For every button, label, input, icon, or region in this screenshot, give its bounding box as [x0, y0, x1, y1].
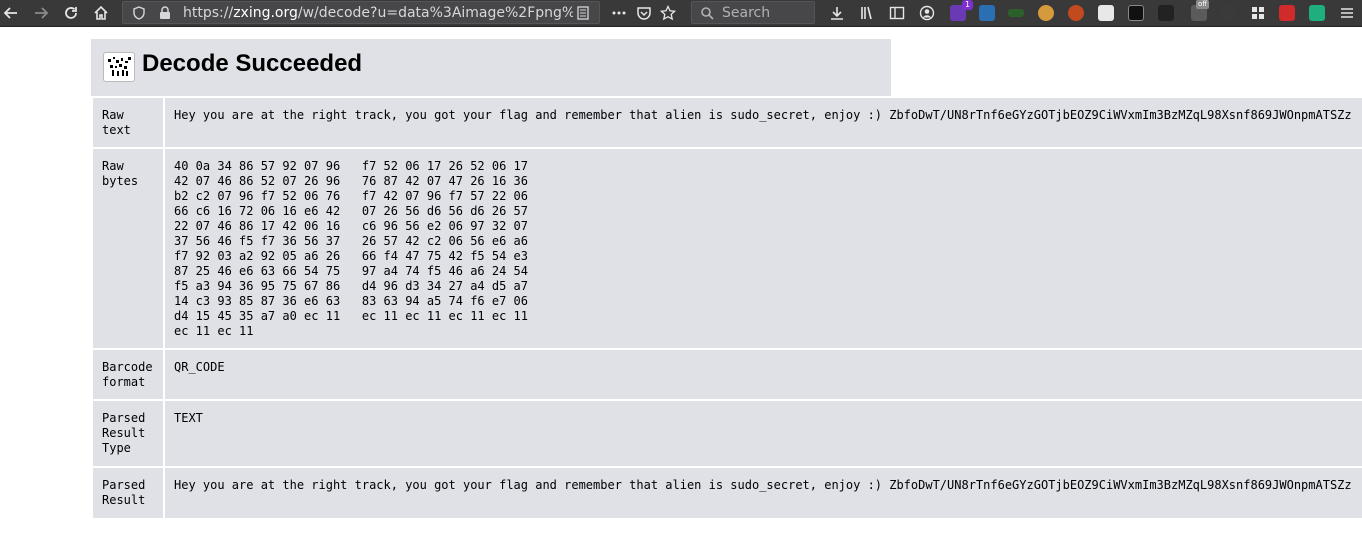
- hamburger-menu-icon[interactable]: [1337, 3, 1357, 23]
- sidebar-icon[interactable]: [887, 3, 907, 23]
- search-icon: [697, 3, 717, 23]
- parsed-result-type-label-text: Parsed Result Type: [102, 411, 146, 455]
- mail-icon[interactable]: [1309, 5, 1325, 21]
- raw-bytes-value: 40 0a 34 86 57 92 07 96 f7 52 06 17 26 5…: [165, 149, 1362, 348]
- zxing-logo-icon: [103, 52, 135, 82]
- extension-icon[interactable]: [1279, 5, 1295, 21]
- extension-off-badge: off: [1196, 0, 1210, 9]
- barcode-format-label-text: Barcode format: [102, 360, 153, 389]
- extension-badge: 1: [962, 0, 974, 10]
- browser-toolbar: https://zxing.org/w/decode?u=data%3Aimag…: [0, 0, 1362, 27]
- cookie-icon[interactable]: [1038, 5, 1054, 21]
- bookmark-star-icon[interactable]: [658, 3, 678, 23]
- home-icon[interactable]: [91, 3, 111, 23]
- raw-text-value: Hey you are at the right track, you got …: [165, 98, 1362, 147]
- grid-icon[interactable]: [1248, 3, 1268, 23]
- more-icon[interactable]: [609, 3, 629, 23]
- lock-icon[interactable]: [155, 3, 175, 23]
- extension-icon[interactable]: [1098, 5, 1114, 21]
- pocket-icon[interactable]: [634, 3, 654, 23]
- extension-icon[interactable]: [979, 5, 995, 21]
- raw-bytes-label: Raw bytes: [93, 149, 163, 348]
- reload-icon[interactable]: [61, 3, 81, 23]
- shield-icon[interactable]: [129, 3, 149, 23]
- page-header: Decode Succeeded: [91, 39, 891, 96]
- reader-view-icon[interactable]: [573, 3, 593, 23]
- barcode-format-label: Barcode format: [93, 350, 163, 399]
- extension-icon[interactable]: [1068, 5, 1084, 21]
- download-icon[interactable]: [827, 3, 847, 23]
- extension-icon[interactable]: [1008, 9, 1024, 17]
- url-prefix: https://: [183, 5, 234, 21]
- table-row: Parsed Result Hey you are at the right t…: [93, 468, 1362, 518]
- raw-bytes-label-text: Raw bytes: [102, 159, 139, 188]
- table-row: Raw text Hey you are at the right track,…: [93, 98, 1362, 147]
- forward-icon[interactable]: [31, 3, 51, 23]
- table-row: Parsed Result Type TEXT: [93, 401, 1362, 466]
- raw-text-label: Raw text: [93, 98, 163, 147]
- search-placeholder: Search: [722, 5, 771, 21]
- parsed-result-value: Hey you are at the right track, you got …: [165, 468, 1362, 518]
- extension-icon[interactable]: [1220, 5, 1236, 21]
- extension-icon[interactable]: [1128, 5, 1144, 21]
- parsed-result-label-text: Parsed Result: [102, 478, 146, 507]
- table-row: Raw bytes 40 0a 34 86 57 92 07 96 f7 52 …: [93, 149, 1362, 348]
- back-icon[interactable]: [1, 3, 21, 23]
- parsed-result-type-value: TEXT: [165, 401, 1362, 466]
- table-row: Barcode format QR_CODE: [93, 350, 1362, 399]
- search-bar[interactable]: Search: [691, 1, 815, 24]
- account-icon[interactable]: [917, 3, 937, 23]
- url-text[interactable]: https://zxing.org/w/decode?u=data%3Aimag…: [183, 5, 573, 21]
- raw-text-label-text: Raw text: [102, 108, 131, 137]
- barcode-format-value: QR_CODE: [165, 350, 1362, 399]
- url-path: /w/decode?u=data%3Aimage%2Fpng%: [297, 5, 573, 21]
- parsed-result-type-label: Parsed Result Type: [93, 401, 163, 466]
- extension-icon[interactable]: [1158, 5, 1174, 21]
- url-bar[interactable]: https://zxing.org/w/decode?u=data%3Aimag…: [122, 1, 600, 24]
- parsed-result-label: Parsed Result: [93, 468, 163, 518]
- library-icon[interactable]: [857, 3, 877, 23]
- results-table: Raw text Hey you are at the right track,…: [91, 96, 1362, 520]
- page-title: Decode Succeeded: [142, 50, 363, 77]
- url-host: zxing.org: [233, 5, 298, 21]
